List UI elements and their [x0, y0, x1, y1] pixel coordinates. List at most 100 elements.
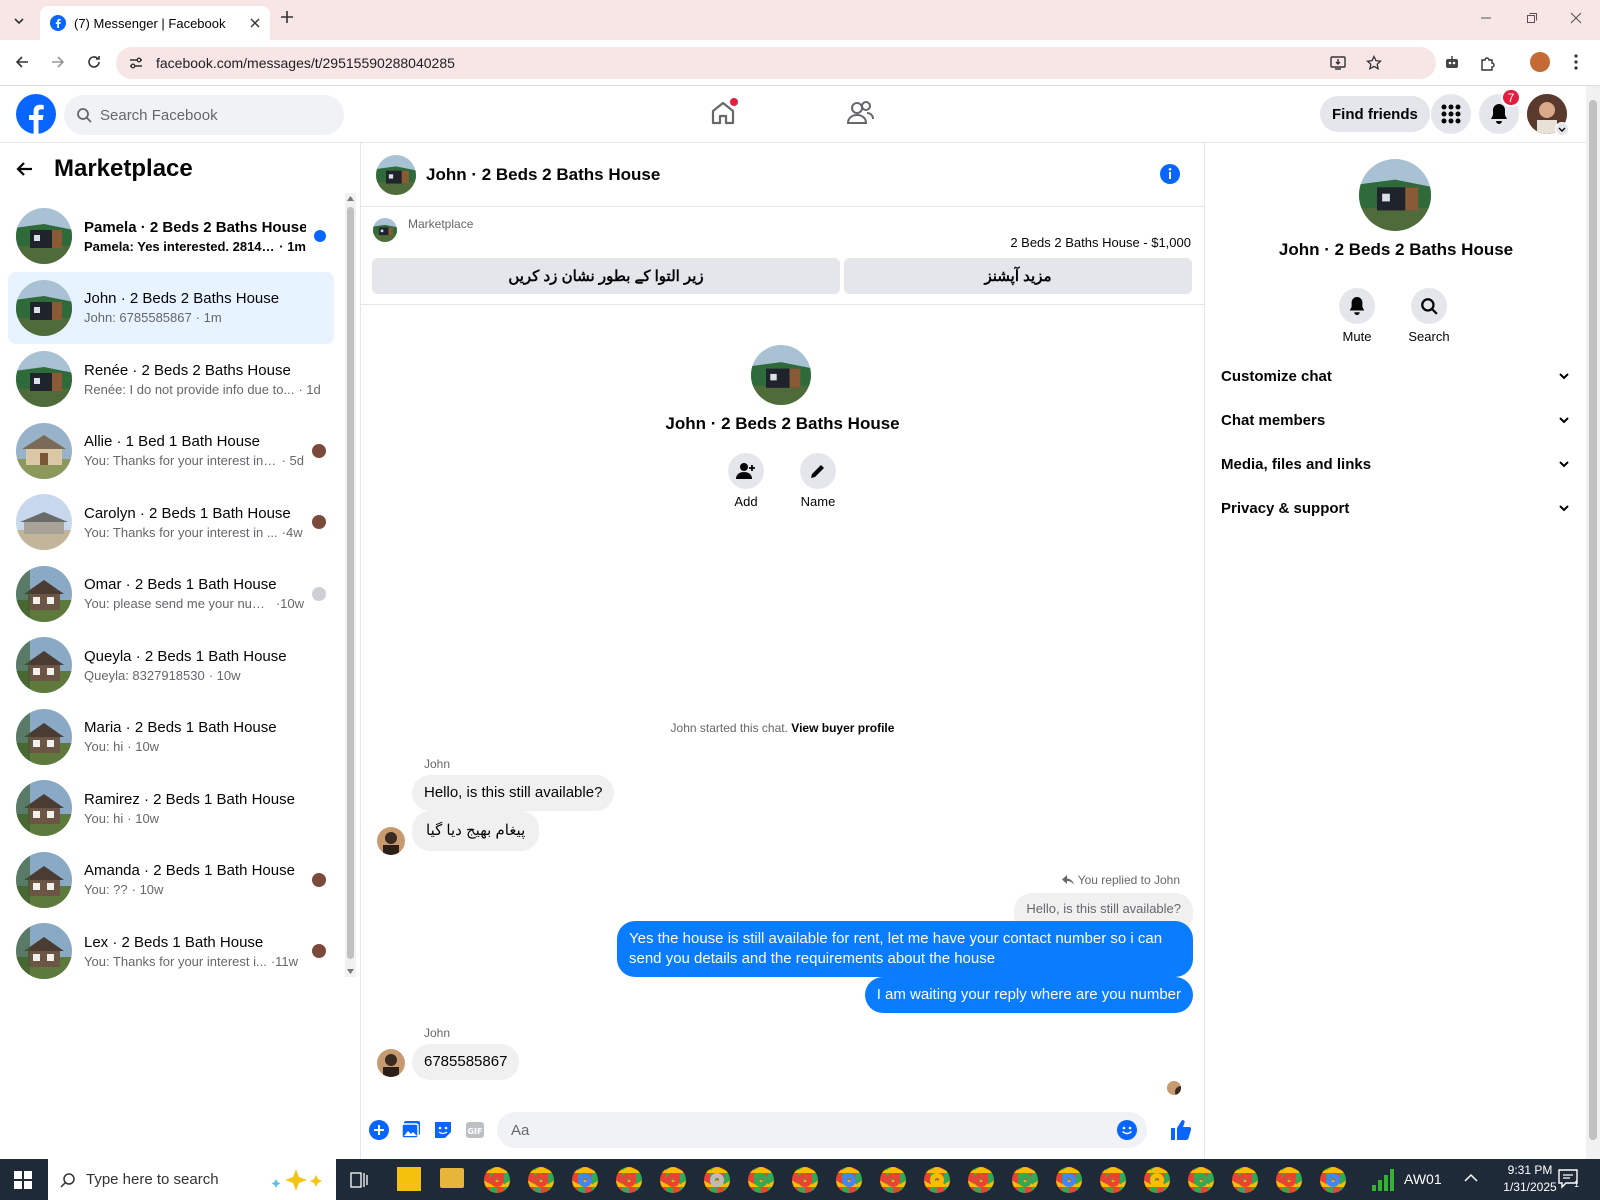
conversation-item[interactable]: Amanda · 2 Beds 1 Bath House You: ?? · 10w: [8, 844, 334, 916]
emoji-icon[interactable]: [1117, 1120, 1137, 1140]
mark-pending-button[interactable]: زیر التوا کے بطور نشان زد کریں: [372, 258, 840, 294]
view-buyer-profile-link[interactable]: View buyer profile: [791, 721, 894, 735]
listing-title[interactable]: 2 Beds 2 Baths House - $1,000: [1010, 235, 1191, 250]
file-explorer-app[interactable]: [440, 1168, 464, 1188]
conversation-item[interactable]: Lex · 2 Beds 1 Bath House You: Thanks for…: [8, 915, 334, 987]
chevron-up-icon[interactable]: [1464, 1173, 1478, 1183]
info-icon[interactable]: [1159, 163, 1181, 185]
conversation-item[interactable]: Maria · 2 Beds 1 Bath House You: hi · 10w: [8, 701, 334, 773]
john-avatar[interactable]: [377, 827, 405, 855]
chrome-taskbar-icon[interactable]: [1232, 1167, 1258, 1193]
plus-circle-icon[interactable]: [369, 1120, 389, 1140]
back-arrow-icon[interactable]: [16, 160, 34, 178]
conversation-item[interactable]: Queyla · 2 Beds 1 Bath House Queyla: 8327…: [8, 629, 334, 701]
tab-title: (7) Messenger | Facebook: [74, 15, 226, 31]
chrome-taskbar-icon[interactable]: [572, 1167, 598, 1193]
edit-name-button[interactable]: [800, 453, 836, 489]
account-menu-chevron[interactable]: [1555, 122, 1569, 136]
close-icon[interactable]: [250, 18, 260, 28]
more-options-button[interactable]: مزید آپشنز: [844, 258, 1192, 294]
extension-robot-button[interactable]: [1443, 54, 1461, 72]
conversation-item[interactable]: Ramirez · 2 Beds 1 Bath House You: hi · 10…: [8, 772, 334, 844]
sticker-icon[interactable]: [433, 1120, 453, 1140]
chrome-taskbar-icon[interactable]: [616, 1167, 642, 1193]
sticky-notes-app[interactable]: [397, 1167, 421, 1191]
menu-button[interactable]: [1574, 54, 1578, 70]
conversation-item[interactable]: Pamela · 2 Beds 2 Baths House Pamela: Yes…: [8, 200, 334, 272]
new-tab-button[interactable]: [280, 10, 294, 24]
chrome-taskbar-icon[interactable]: [836, 1167, 862, 1193]
profile-avatar[interactable]: [1530, 52, 1550, 72]
chrome-taskbar-icon[interactable]: [1056, 1167, 1082, 1193]
chrome-taskbar-icon[interactable]: [1100, 1167, 1126, 1193]
chrome-taskbar-icon[interactable]: [704, 1167, 730, 1193]
message-bubble-outgoing[interactable]: I am waiting your reply where are you nu…: [864, 977, 1193, 1013]
chrome-taskbar-icon[interactable]: [1012, 1167, 1038, 1193]
list-scrollbar[interactable]: [345, 193, 356, 977]
chrome-taskbar-icon[interactable]: [924, 1167, 950, 1193]
tab-search-button[interactable]: [8, 10, 30, 32]
extensions-button[interactable]: [1479, 54, 1497, 72]
menu-grid-button[interactable]: [1431, 94, 1471, 134]
mute-button[interactable]: [1339, 288, 1375, 324]
conversation-item[interactable]: John · 2 Beds 2 Baths House John: 6785585…: [8, 271, 334, 344]
chrome-taskbar-icon[interactable]: [880, 1167, 906, 1193]
message-bubble-incoming[interactable]: Hello, is this still available?: [412, 775, 615, 811]
taskbar-search[interactable]: Type here to search: [48, 1159, 336, 1200]
conversation-avatar: [16, 851, 72, 908]
chat-header[interactable]: John · 2 Beds 2 Baths House: [361, 143, 1204, 207]
groups-nav-button[interactable]: [845, 98, 875, 128]
chrome-taskbar-icon[interactable]: [1320, 1167, 1346, 1193]
photo-icon[interactable]: [401, 1120, 421, 1140]
chrome-taskbar-icon[interactable]: [660, 1167, 686, 1193]
home-nav-button[interactable]: [708, 98, 738, 128]
message-bubble-incoming[interactable]: 6785585867: [412, 1044, 520, 1080]
details-section[interactable]: Privacy & support: [1221, 488, 1571, 528]
back-button[interactable]: [14, 54, 30, 70]
reload-button[interactable]: [86, 54, 102, 70]
add-people-button[interactable]: [728, 453, 764, 489]
bookmark-star-icon[interactable]: [1366, 55, 1382, 71]
john-avatar[interactable]: [377, 1049, 405, 1077]
details-section[interactable]: Chat members: [1221, 400, 1571, 440]
facebook-logo[interactable]: [16, 94, 56, 134]
conversation-item[interactable]: Omar · 2 Beds 1 Bath House You: please se…: [8, 558, 334, 630]
chrome-taskbar-icon[interactable]: [968, 1167, 994, 1193]
scrollbar-thumb[interactable]: [347, 207, 354, 959]
chrome-taskbar-icon[interactable]: [1188, 1167, 1214, 1193]
chrome-taskbar-icon[interactable]: [748, 1167, 774, 1193]
chrome-taskbar-icon[interactable]: [1144, 1167, 1170, 1193]
task-view-button[interactable]: [350, 1171, 368, 1189]
details-section[interactable]: Customize chat: [1221, 356, 1571, 396]
forward-button[interactable]: [50, 54, 66, 70]
message-bubble-incoming[interactable]: پیغام بھیج دیا گیا: [412, 811, 540, 851]
conversation-item[interactable]: Renée · 2 Beds 2 Baths House Renée: I do …: [8, 343, 334, 415]
network-signal-icon[interactable]: [1372, 1169, 1396, 1191]
restore-button[interactable]: [1526, 12, 1538, 24]
address-bar[interactable]: facebook.com/messages/t/2951559028804028…: [116, 47, 1436, 79]
details-section[interactable]: Media, files and links: [1221, 444, 1571, 484]
close-window-button[interactable]: [1570, 12, 1582, 24]
thumbs-up-icon[interactable]: [1169, 1118, 1193, 1142]
notifications-button[interactable]: 7: [1479, 88, 1521, 134]
conversation-item[interactable]: Carolyn · 2 Beds 1 Bath House You: Thanks…: [8, 486, 334, 558]
gif-icon[interactable]: GIF: [465, 1120, 485, 1140]
conversation-item[interactable]: Allie · 1 Bed 1 Bath House You: Thanks fo…: [8, 415, 334, 487]
message-bubble-outgoing[interactable]: Yes the house is still available for ren…: [617, 921, 1193, 977]
minimize-button[interactable]: [1480, 12, 1492, 24]
chrome-taskbar-icon[interactable]: [1276, 1167, 1302, 1193]
search-conversation-button[interactable]: [1411, 288, 1447, 324]
tab-messenger[interactable]: (7) Messenger | Facebook: [40, 6, 270, 40]
message-input[interactable]: Aa: [497, 1112, 1147, 1148]
chrome-taskbar-icon[interactable]: [484, 1167, 510, 1193]
start-button[interactable]: [14, 1171, 32, 1189]
facebook-search[interactable]: Search Facebook: [64, 95, 344, 135]
page-scrollbar-thumb[interactable]: [1589, 100, 1597, 1140]
page-scrollbar[interactable]: [1586, 86, 1600, 1159]
install-app-icon[interactable]: [1330, 55, 1346, 71]
chrome-taskbar-icon[interactable]: [792, 1167, 818, 1193]
chrome-taskbar-icon[interactable]: [528, 1167, 554, 1193]
notification-center-button[interactable]: 1: [1558, 1169, 1580, 1189]
find-friends-button[interactable]: Find friends: [1320, 96, 1430, 132]
scroll-up-icon: [347, 196, 354, 201]
